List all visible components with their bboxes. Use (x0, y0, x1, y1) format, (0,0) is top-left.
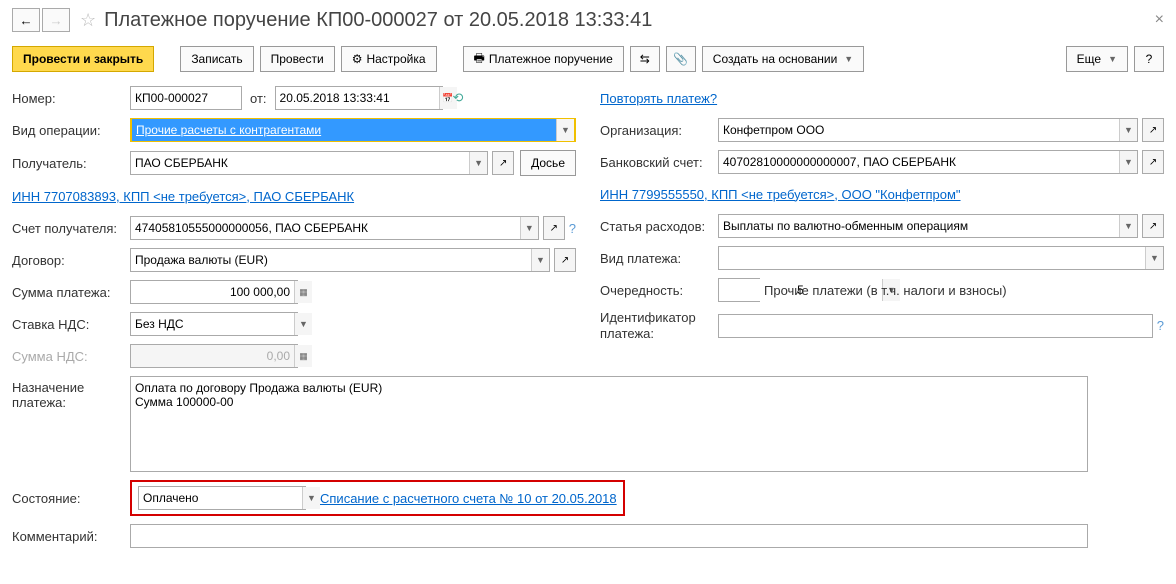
favorite-star-icon[interactable]: ☆ (80, 10, 96, 31)
post-button[interactable]: Провести (260, 46, 335, 72)
help-button[interactable]: ? (1134, 46, 1164, 72)
nav-back-button[interactable]: ← (12, 8, 40, 32)
create-based-button[interactable]: Создать на основании ▼ (702, 46, 864, 72)
payment-sum-label: Сумма платежа: (12, 285, 130, 300)
calculator-icon: ▦ (294, 345, 312, 367)
priority-combo[interactable]: ▼ (718, 278, 760, 302)
recipient-input[interactable] (131, 152, 469, 174)
payment-type-combo[interactable]: ▼ (718, 246, 1164, 270)
open-ext-button[interactable]: ↗ (492, 151, 514, 175)
organization-input[interactable] (719, 119, 1119, 141)
dossier-button[interactable]: Досье (520, 150, 576, 176)
open-ext-button[interactable]: ↗ (1142, 118, 1164, 142)
vat-rate-label: Ставка НДС: (12, 317, 130, 332)
chevron-down-icon[interactable]: ▼ (1119, 215, 1137, 237)
date-input[interactable] (276, 87, 439, 109)
priority-label: Очередность: (600, 283, 718, 298)
attachment-button[interactable]: 📎 (666, 46, 696, 72)
printer-icon: 🖶 (474, 49, 485, 70)
comment-input[interactable] (130, 524, 1088, 548)
more-button[interactable]: Еще ▼ (1066, 46, 1128, 72)
state-input[interactable] (139, 487, 302, 509)
expense-item-combo[interactable]: ▼ (718, 214, 1138, 238)
purpose-label: Назначение платежа: (12, 376, 130, 472)
payment-sum-combo[interactable]: ▦ (130, 280, 298, 304)
state-label: Состояние: (12, 491, 130, 506)
payment-type-input[interactable] (719, 247, 1145, 269)
chevron-down-icon[interactable]: ▼ (556, 119, 574, 141)
chevron-down-icon[interactable]: ▼ (302, 487, 320, 509)
org-inn-link[interactable]: ИНН 7799555550, КПП <не требуется>, ООО … (600, 187, 961, 202)
purpose-textarea[interactable] (130, 376, 1088, 472)
payment-id-input[interactable] (718, 314, 1153, 338)
recipient-account-input[interactable] (131, 217, 520, 239)
vat-sum-label: Сумма НДС: (12, 349, 130, 364)
chevron-down-icon: ▼ (1108, 54, 1117, 64)
link-icon: ⇆ (640, 52, 650, 66)
bank-account-label: Банковский счет: (600, 155, 718, 170)
priority-text: Прочие платежи (в т.ч. налоги и взносы) (764, 283, 1007, 298)
state-highlight-box: ▼ Списание с расчетного счета № 10 от 20… (130, 480, 625, 516)
help-icon[interactable]: ? (1157, 318, 1164, 333)
recipient-account-combo[interactable]: ▼ (130, 216, 539, 240)
chevron-down-icon[interactable]: ▼ (469, 152, 487, 174)
payment-sum-input[interactable] (131, 281, 294, 303)
open-ext-button[interactable]: ↗ (1142, 214, 1164, 238)
recipient-inn-link[interactable]: ИНН 7707083893, КПП <не требуется>, ПАО … (12, 189, 354, 204)
organization-combo[interactable]: ▼ (718, 118, 1138, 142)
vat-rate-input[interactable] (131, 313, 294, 335)
close-icon[interactable]: × (1155, 11, 1164, 29)
bank-account-combo[interactable]: ▼ (718, 150, 1138, 174)
contract-label: Договор: (12, 253, 130, 268)
operation-type-combo[interactable]: ▼ (130, 118, 576, 142)
expense-item-label: Статья расходов: (600, 219, 718, 234)
nav-forward-button[interactable]: → (42, 8, 70, 32)
organization-label: Организация: (600, 123, 718, 138)
bank-account-input[interactable] (719, 151, 1119, 173)
chevron-down-icon[interactable]: ▼ (1145, 247, 1163, 269)
payment-type-label: Вид платежа: (600, 251, 718, 266)
chevron-down-icon[interactable]: ▼ (531, 249, 549, 271)
state-combo[interactable]: ▼ (138, 486, 306, 510)
open-ext-button[interactable]: ↗ (1142, 150, 1164, 174)
state-document-link[interactable]: Списание с расчетного счета № 10 от 20.0… (320, 491, 617, 506)
expense-item-input[interactable] (719, 215, 1119, 237)
paperclip-icon: 📎 (673, 52, 688, 66)
payment-id-label: Идентификатор платежа: (600, 310, 718, 341)
operation-type-input[interactable] (132, 119, 556, 141)
settings-button[interactable]: ⚙ Настройка (341, 46, 437, 72)
recipient-label: Получатель: (12, 156, 130, 171)
repeat-payment-link[interactable]: Повторять платеж? (600, 91, 717, 106)
chevron-down-icon[interactable]: ▼ (520, 217, 538, 239)
vat-sum-combo: ▦ (130, 344, 298, 368)
contract-combo[interactable]: ▼ (130, 248, 550, 272)
recipient-combo[interactable]: ▼ (130, 151, 488, 175)
chevron-down-icon[interactable]: ▼ (294, 313, 312, 335)
save-button[interactable]: Записать (180, 46, 253, 72)
post-and-close-button[interactable]: Провести и закрыть (12, 46, 154, 72)
vat-rate-combo[interactable]: ▼ (130, 312, 298, 336)
print-button[interactable]: 🖶 Платежное поручение (463, 46, 624, 72)
calculator-icon[interactable]: ▦ (294, 281, 312, 303)
gear-icon: ⚙ (352, 52, 363, 66)
page-title: Платежное поручение КП00-000027 от 20.05… (104, 9, 652, 32)
contract-input[interactable] (131, 249, 531, 271)
comment-label: Комментарий: (12, 529, 130, 544)
vat-sum-input (131, 345, 294, 367)
chevron-down-icon[interactable]: ▼ (1119, 119, 1137, 141)
date-combo[interactable]: 📅 (275, 86, 443, 110)
chevron-down-icon[interactable]: ▼ (1119, 151, 1137, 173)
refresh-icon[interactable]: ⟲ (453, 90, 464, 106)
open-ext-button[interactable]: ↗ (554, 248, 576, 272)
number-input[interactable] (130, 86, 242, 110)
number-label: Номер: (12, 91, 130, 106)
help-icon[interactable]: ? (569, 221, 576, 236)
open-ext-button[interactable]: ↗ (543, 216, 565, 240)
from-label: от: (250, 91, 267, 106)
recipient-account-label: Счет получателя: (12, 221, 130, 236)
chevron-down-icon: ▼ (844, 54, 853, 64)
related-button[interactable]: ⇆ (630, 46, 660, 72)
operation-type-label: Вид операции: (12, 123, 130, 138)
